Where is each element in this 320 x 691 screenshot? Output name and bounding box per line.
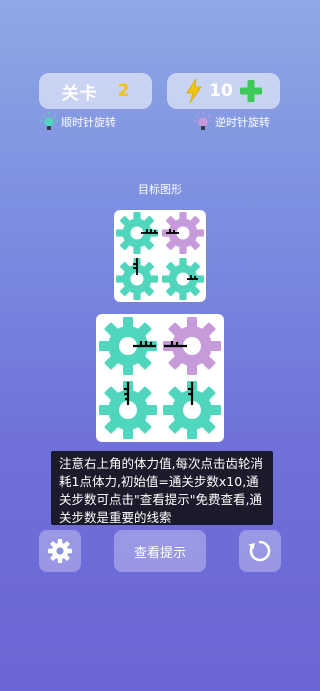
energy-value: 10 <box>209 81 233 101</box>
reset-button[interactable] <box>239 530 281 572</box>
clockwise-bulb-icon <box>40 112 58 130</box>
clockwise-label: 顺时针旋转 <box>61 116 116 129</box>
clockwise-legend: 顺时针旋转 <box>40 112 116 132</box>
counterclockwise-label: 逆时针旋转 <box>215 116 270 129</box>
energy-indicator: 10 <box>167 73 280 109</box>
level-number: 2 <box>117 81 130 101</box>
counterclockwise-bulb-icon <box>194 112 212 130</box>
gear-icon <box>48 539 72 563</box>
plus-icon[interactable] <box>239 79 263 103</box>
restart-icon <box>248 540 271 562</box>
target-title: 目标图形 <box>138 183 182 196</box>
level-label: 关卡 <box>61 83 98 104</box>
lightning-bolt-icon <box>186 78 202 104</box>
game-board <box>96 314 224 442</box>
target-pattern-board <box>114 210 206 302</box>
view-hint-button[interactable]: 查看提示 <box>114 530 206 572</box>
counterclockwise-legend: 逆时针旋转 <box>194 112 270 132</box>
settings-button[interactable] <box>39 530 81 572</box>
tutorial-tip: 注意右上角的体力值,每次点击齿轮消耗1点体力,初始值=通关步数x10,通关步数可… <box>51 451 273 525</box>
level-indicator: 关卡 2 <box>39 73 152 109</box>
